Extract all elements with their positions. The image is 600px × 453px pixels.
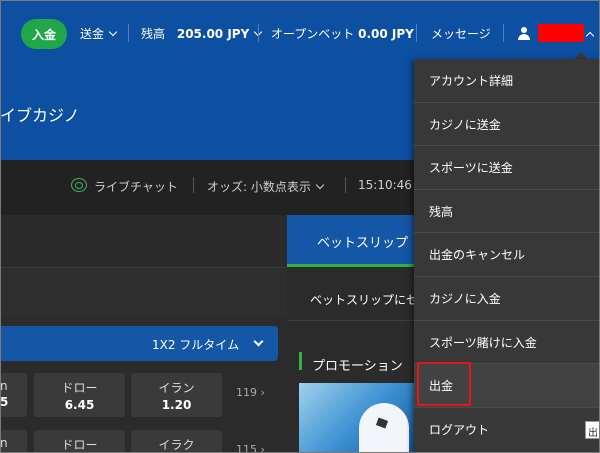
chevron-down-icon — [108, 27, 118, 37]
menu-item-cancel-withdrawal[interactable]: 出金のキャンセル — [414, 233, 600, 277]
chevron-right-icon: › — [260, 386, 265, 399]
live-chat-link[interactable]: ライブチャット — [94, 178, 178, 195]
username-redacted[interactable] — [538, 24, 584, 42]
open-bet-display[interactable]: オープンベット 0.00 JPY — [271, 25, 414, 42]
more-markets-count: 115 — [236, 443, 257, 453]
odds-label: n — [0, 379, 8, 393]
balance-value: 205.00 JPY — [176, 27, 250, 41]
more-markets-link[interactable]: 115 › — [236, 443, 265, 453]
menu-item-deposit-to-sports[interactable]: スポーツ賭けに入金 — [414, 321, 600, 365]
odds-home-button[interactable]: n — [0, 430, 27, 453]
open-bet-value: 0.00 JPY — [358, 27, 414, 41]
dropdown-caret — [574, 52, 588, 59]
chevron-down-icon — [315, 180, 325, 190]
more-markets-count: 119 — [236, 386, 257, 399]
divider — [503, 24, 504, 42]
menu-item-transfer-to-sports[interactable]: スポーツに送金 — [414, 146, 600, 190]
divider — [416, 24, 417, 42]
odds-label: イラク — [158, 438, 195, 452]
odds-draw-button[interactable]: ドロー — [34, 430, 125, 453]
open-bet-label: オープンベット — [271, 27, 355, 41]
menu-item-deposit-to-casino[interactable]: カジノに入金 — [414, 277, 600, 321]
chat-icon[interactable] — [71, 178, 87, 192]
odds-home-button[interactable]: n 5 — [0, 373, 27, 417]
divider — [258, 24, 259, 42]
menu-item-balance[interactable]: 残高 — [414, 190, 600, 234]
market-label: 1X2 フルタイム — [152, 338, 240, 352]
balance-display[interactable]: 残高 205.00 JPY — [141, 25, 263, 42]
odds-label: イラン — [158, 381, 195, 395]
odds-format-select[interactable]: オッズ: 小数点表示 — [207, 178, 325, 195]
odds-away-button[interactable]: イラン 1.20 — [131, 373, 222, 417]
more-markets-link[interactable]: 119 › — [236, 386, 265, 399]
user-icon[interactable] — [518, 27, 530, 41]
clock-time: 15:10:46 — [358, 178, 412, 192]
divider — [345, 177, 346, 193]
messages-link[interactable]: メッセージ — [431, 25, 491, 42]
odds-value: 1.20 — [161, 398, 192, 412]
divider — [193, 177, 194, 193]
odds-value: 6.45 — [64, 398, 95, 412]
betslip-message: ベットスリップにセ — [310, 293, 419, 307]
page-title: イブカジノ — [0, 106, 80, 125]
odds-label: n — [0, 436, 8, 450]
odds-label: ドロー — [61, 438, 98, 452]
tooltip: 出 — [585, 421, 600, 439]
highlight-box — [417, 362, 471, 406]
odds-draw-button[interactable]: ドロー 6.45 — [34, 373, 125, 417]
menu-item-transfer-to-casino[interactable]: カジノに送金 — [414, 103, 600, 147]
deposit-button[interactable]: 入金 — [21, 19, 67, 49]
promo-accent-bar — [299, 352, 302, 370]
balance-label: 残高 — [141, 27, 166, 41]
tab-betslip[interactable]: ベットスリップ — [287, 215, 417, 267]
odds-value: 5 — [0, 395, 9, 409]
transfer-menu[interactable]: 送金 — [80, 25, 118, 42]
events-header-strip — [0, 267, 287, 317]
chevron-right-icon: › — [260, 443, 265, 453]
odds-format-label: オッズ: 小数点表示 — [207, 180, 311, 194]
odds-away-button[interactable]: イラク — [131, 430, 222, 453]
menu-item-logout[interactable]: ログアウト — [414, 408, 600, 452]
transfer-label: 送金 — [80, 27, 105, 41]
promotion-image[interactable] — [299, 383, 414, 453]
divider — [128, 24, 129, 42]
odds-label: ドロー — [61, 381, 98, 395]
promotion-title: プロモーション — [312, 359, 403, 374]
menu-item-account-details[interactable]: アカウント詳細 — [414, 59, 600, 103]
